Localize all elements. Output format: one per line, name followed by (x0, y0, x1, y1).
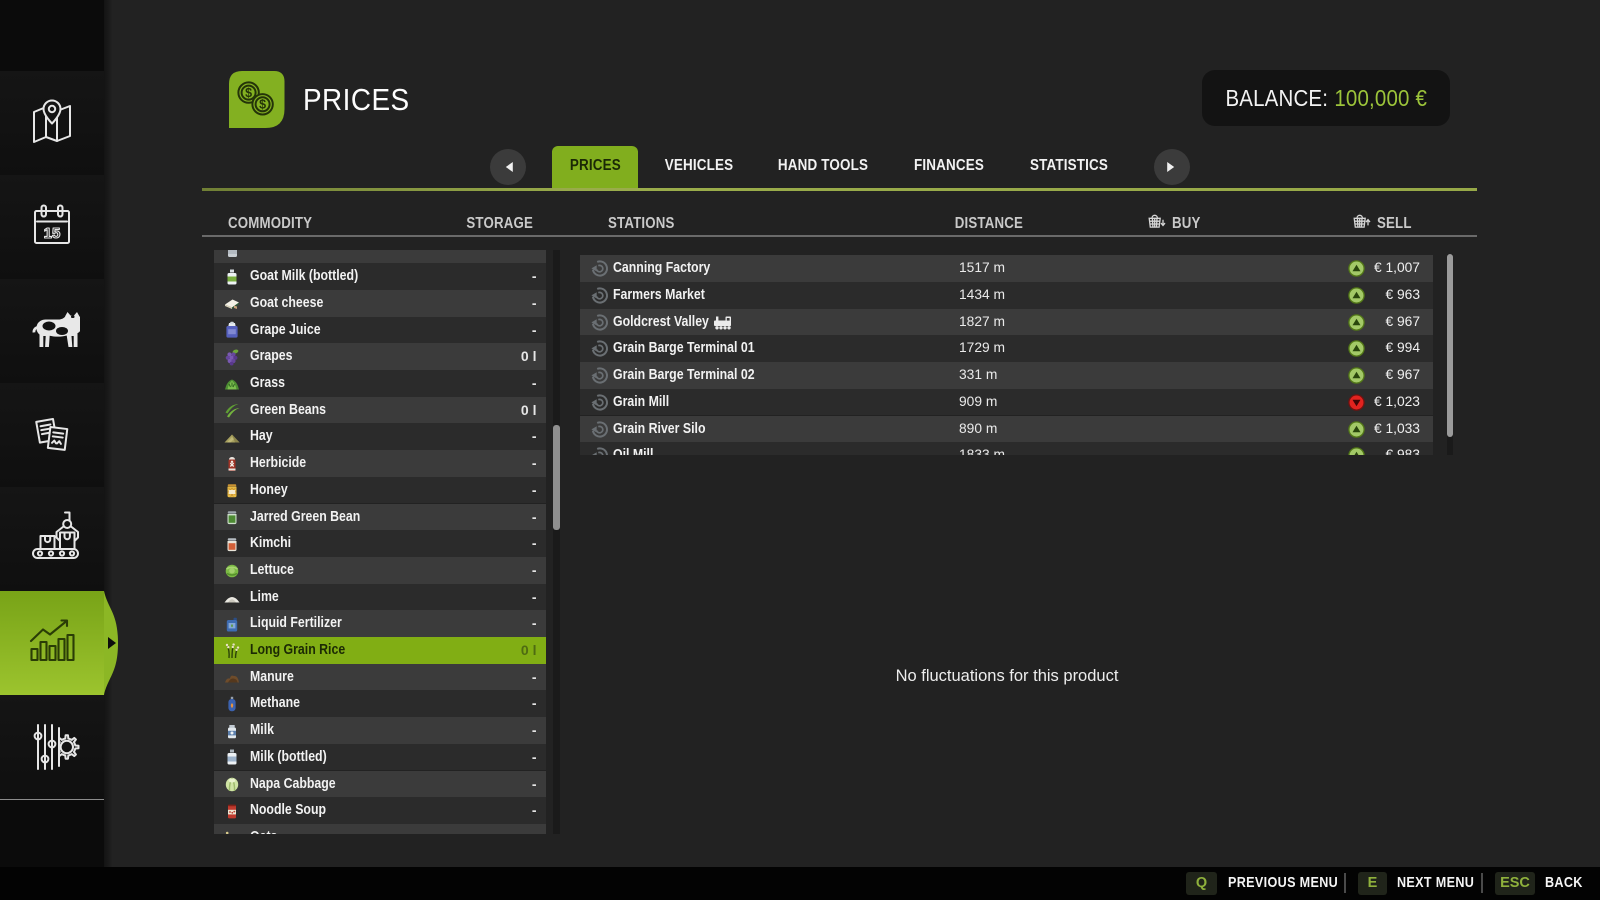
svg-text:15: 15 (44, 225, 61, 242)
svg-text:$: $ (259, 98, 266, 112)
svg-text:$: $ (245, 86, 252, 100)
